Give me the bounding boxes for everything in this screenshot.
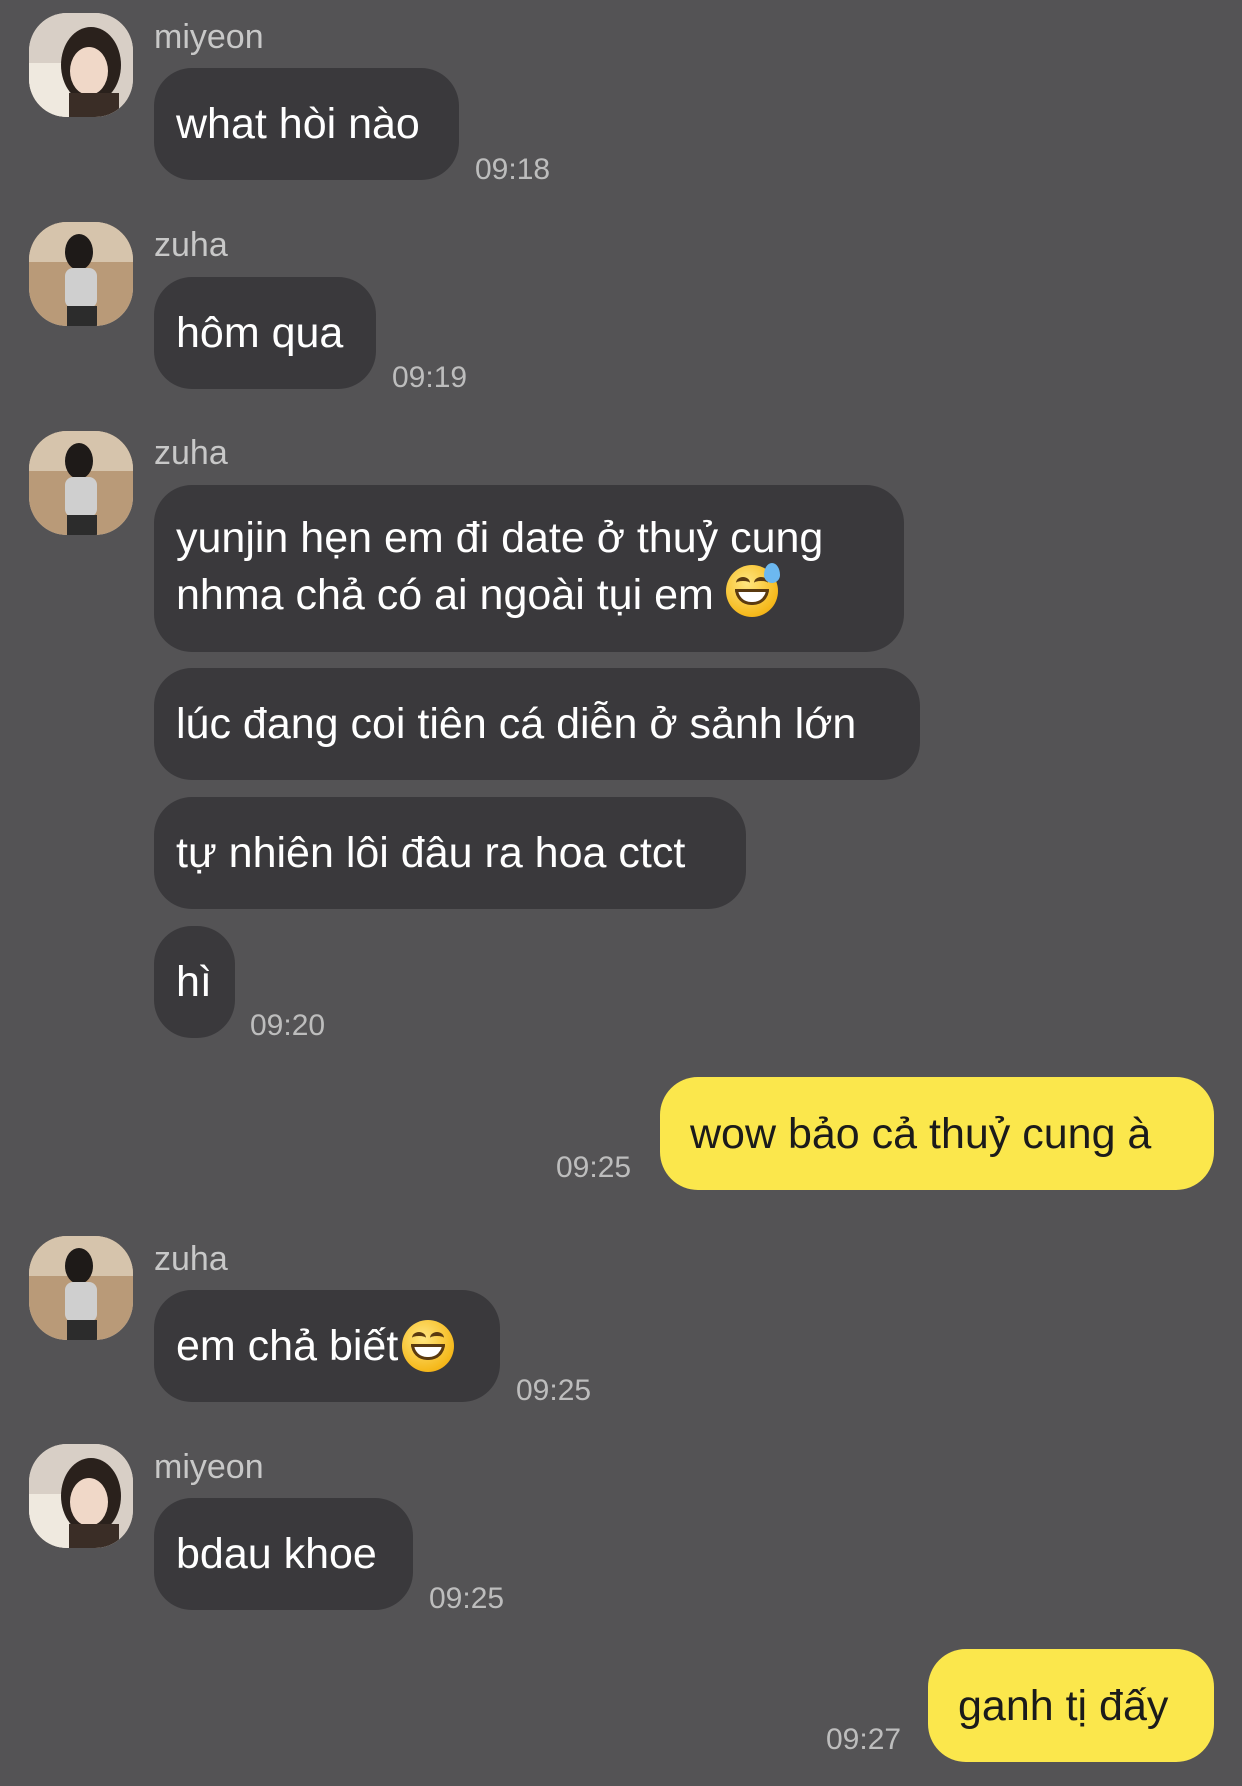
avatar-zuha[interactable] xyxy=(29,222,133,326)
message-time: 09:27 xyxy=(826,1723,902,1756)
avatar-miyeon[interactable] xyxy=(29,13,133,117)
message-text: nhma chả có ai ngoài tụi em xyxy=(176,571,714,619)
message-bubble[interactable]: hì xyxy=(154,926,235,1038)
grin-emoji xyxy=(402,1320,455,1372)
message-bubble[interactable]: hôm qua xyxy=(154,277,376,389)
message-time: 09:18 xyxy=(475,153,551,186)
message-bubble[interactable]: em chả biết xyxy=(154,1290,500,1402)
message-text: hì xyxy=(176,958,212,1006)
message-bubble[interactable]: tự nhiên lôi đâu ra hoa ctct xyxy=(154,797,746,909)
message-bubble-outgoing[interactable]: wow bảo cả thuỷ cung à xyxy=(660,1077,1214,1190)
message-text: em chả biết xyxy=(176,1322,399,1370)
message-time: 09:25 xyxy=(556,1151,632,1184)
message-bubble[interactable]: yunjin hẹn em đi date ở thuỷ cung nhma c… xyxy=(154,485,904,652)
message-bubble-outgoing[interactable]: ganh tị đấy xyxy=(928,1649,1214,1762)
message-time: 09:25 xyxy=(516,1374,592,1407)
message-time: 09:25 xyxy=(429,1582,505,1615)
message-text: tự nhiên lôi đâu ra hoa ctct xyxy=(176,829,686,877)
message-time: 09:20 xyxy=(250,1009,326,1042)
message-text: bdau khoe xyxy=(176,1530,377,1578)
message-text-line-2: nhma chả có ai ngoài tụi em xyxy=(176,563,904,622)
message-text: lúc đang coi tiên cá diễn ở sảnh lớn xyxy=(176,700,857,748)
message-bubble[interactable]: bdau khoe xyxy=(154,1498,413,1610)
avatar-zuha[interactable] xyxy=(29,431,133,535)
sender-name: zuha xyxy=(154,1240,228,1278)
message-text: hôm qua xyxy=(176,309,344,357)
sender-name: zuha xyxy=(154,226,228,264)
sender-name: zuha xyxy=(154,434,228,472)
message-text-line: yunjin hẹn em đi date ở thuỷ cung xyxy=(176,514,824,562)
message-text: wow bảo cả thuỷ cung à xyxy=(690,1109,1152,1158)
message-text: ganh tị đấy xyxy=(958,1681,1169,1730)
message-bubble[interactable]: lúc đang coi tiên cá diễn ở sảnh lớn xyxy=(154,668,920,780)
sweat-smile-emoji xyxy=(725,563,780,617)
message-time: 09:19 xyxy=(392,361,468,394)
avatar-miyeon[interactable] xyxy=(29,1444,133,1548)
sender-name: miyeon xyxy=(154,1448,264,1486)
avatar-zuha[interactable] xyxy=(29,1236,133,1340)
sender-name: miyeon xyxy=(154,18,264,56)
message-bubble[interactable]: what hòi nào xyxy=(154,68,459,180)
message-text: what hòi nào xyxy=(176,100,420,148)
